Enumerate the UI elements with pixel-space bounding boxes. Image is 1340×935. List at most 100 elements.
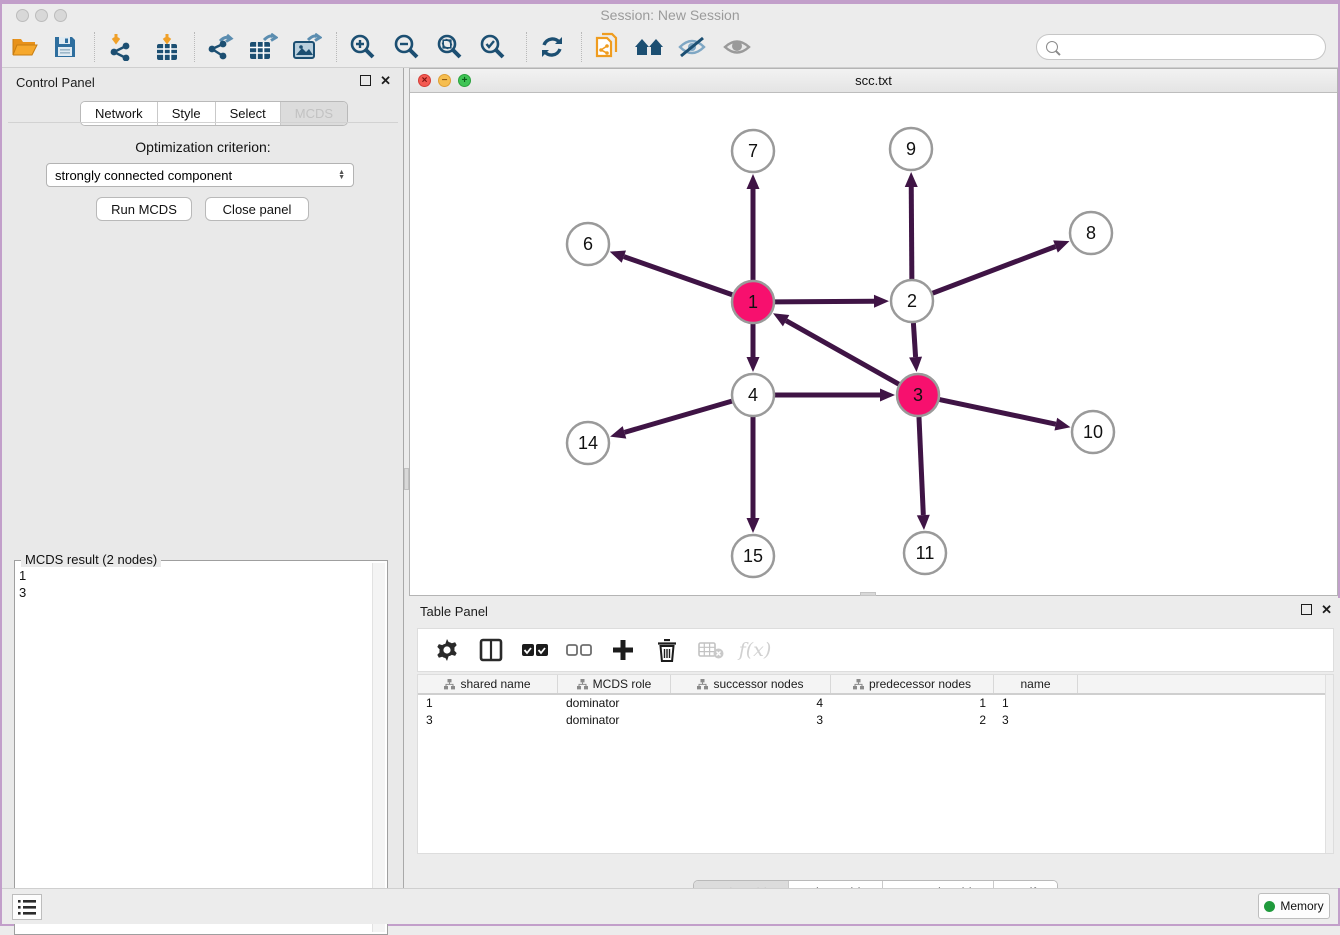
canvas-resize-grip[interactable] bbox=[860, 592, 876, 596]
optimization-criterion-label: Optimization criterion: bbox=[8, 139, 398, 155]
edge-2-8[interactable] bbox=[933, 246, 1056, 293]
cell-name[interactable]: 1 bbox=[994, 695, 1078, 712]
column-header-name[interactable]: name bbox=[994, 675, 1078, 693]
save-session-icon[interactable] bbox=[48, 31, 82, 63]
table-float-icon[interactable] bbox=[1301, 604, 1312, 615]
search-input[interactable] bbox=[1064, 40, 1325, 55]
run-mcds-button[interactable]: Run MCDS bbox=[96, 197, 192, 221]
edge-2-3[interactable] bbox=[913, 323, 915, 357]
svg-text:6: 6 bbox=[583, 234, 593, 254]
edge-1-2[interactable] bbox=[775, 301, 874, 302]
search-icon bbox=[1046, 41, 1058, 53]
open-file-icon[interactable] bbox=[8, 31, 42, 63]
graph-node-6[interactable]: 6 bbox=[567, 223, 609, 265]
graph-node-3[interactable]: 3 bbox=[897, 374, 939, 416]
float-panel-icon[interactable] bbox=[360, 75, 371, 86]
node-table: shared nameMCDS rolesuccessor nodesprede… bbox=[417, 674, 1334, 854]
column-header-shared-name[interactable]: shared name bbox=[418, 675, 558, 693]
column-chooser-icon[interactable] bbox=[476, 635, 506, 665]
cell-predecessor-nodes[interactable]: 1 bbox=[831, 695, 994, 712]
home-network-icon[interactable] bbox=[632, 31, 666, 63]
graph-node-9[interactable]: 9 bbox=[890, 128, 932, 170]
mcds-result-text[interactable]: 1 3 bbox=[19, 567, 369, 930]
network-title: scc.txt bbox=[410, 73, 1337, 88]
arrowhead-icon bbox=[917, 515, 930, 530]
column-header-MCDS-role[interactable]: MCDS role bbox=[558, 675, 671, 693]
zoom-selected-icon[interactable] bbox=[476, 31, 510, 63]
table-body: 1dominator4113dominator323 bbox=[418, 695, 1333, 729]
mcds-result-title: MCDS result (2 nodes) bbox=[21, 552, 161, 567]
edge-4-14[interactable] bbox=[624, 401, 731, 432]
edge-3-11[interactable] bbox=[919, 417, 923, 515]
delete-column-icon[interactable] bbox=[696, 635, 726, 665]
graph-node-15[interactable]: 15 bbox=[732, 535, 774, 577]
svg-text:15: 15 bbox=[743, 546, 763, 566]
table-close-icon[interactable]: ✕ bbox=[1321, 604, 1332, 615]
graph-node-2[interactable]: 2 bbox=[891, 280, 933, 322]
table-panel-header: Table Panel ✕ bbox=[409, 598, 1340, 624]
graph-node-10[interactable]: 10 bbox=[1072, 411, 1114, 453]
svg-text:8: 8 bbox=[1086, 223, 1096, 243]
import-table-icon[interactable] bbox=[150, 31, 184, 63]
graph-node-11[interactable]: 11 bbox=[904, 532, 946, 574]
network-graph[interactable]: 7 9 6 8 1 2 4 3 14 10 15 11 bbox=[410, 93, 1337, 595]
show-all-icon[interactable] bbox=[720, 31, 754, 63]
graph-node-1[interactable]: 1 bbox=[732, 281, 774, 323]
graph-node-8[interactable]: 8 bbox=[1070, 212, 1112, 254]
cell-predecessor-nodes[interactable]: 2 bbox=[831, 712, 994, 729]
zoom-in-icon[interactable] bbox=[346, 31, 380, 63]
cell-MCDS-role[interactable]: dominator bbox=[558, 695, 671, 712]
settings-gear-icon[interactable] bbox=[432, 635, 462, 665]
network-canvas[interactable]: 7 9 6 8 1 2 4 3 14 10 15 11 bbox=[410, 93, 1337, 595]
svg-text:2: 2 bbox=[907, 291, 917, 311]
memory-button[interactable]: Memory bbox=[1258, 893, 1330, 919]
export-image-icon[interactable] bbox=[290, 31, 324, 63]
refresh-layout-icon[interactable] bbox=[535, 31, 569, 63]
criterion-dropdown[interactable]: strongly connected component ▲▼ bbox=[46, 163, 354, 187]
network-window-titlebar[interactable]: × − + scc.txt bbox=[410, 69, 1337, 93]
search-box bbox=[1036, 34, 1326, 60]
shared-column-icon bbox=[444, 679, 455, 690]
cell-MCDS-role[interactable]: dominator bbox=[558, 712, 671, 729]
column-header-successor-nodes[interactable]: successor nodes bbox=[671, 675, 831, 693]
table-toolbar: f(x) bbox=[417, 628, 1334, 672]
column-header-predecessor-nodes[interactable]: predecessor nodes bbox=[831, 675, 994, 693]
zoom-out-icon[interactable] bbox=[390, 31, 424, 63]
result-scrollbar[interactable] bbox=[372, 563, 385, 932]
hide-selected-icon[interactable] bbox=[675, 31, 709, 63]
delete-row-icon[interactable] bbox=[652, 635, 682, 665]
zoom-fit-icon[interactable] bbox=[433, 31, 467, 63]
import-network-icon[interactable] bbox=[104, 31, 138, 63]
export-table-icon[interactable] bbox=[246, 31, 280, 63]
graph-node-14[interactable]: 14 bbox=[567, 422, 609, 464]
add-column-icon[interactable] bbox=[608, 635, 638, 665]
table-row[interactable]: 1dominator411 bbox=[418, 695, 1333, 712]
cell-name[interactable]: 3 bbox=[994, 712, 1078, 729]
task-history-button[interactable] bbox=[12, 894, 42, 920]
table-row[interactable]: 3dominator323 bbox=[418, 712, 1333, 729]
table-scrollbar[interactable] bbox=[1325, 675, 1333, 853]
cell-successor-nodes[interactable]: 3 bbox=[671, 712, 831, 729]
graph-node-7[interactable]: 7 bbox=[732, 130, 774, 172]
edge-3-10[interactable] bbox=[940, 400, 1056, 425]
close-panel-button[interactable]: Close panel bbox=[205, 197, 309, 221]
arrowhead-icon bbox=[1054, 418, 1070, 431]
edge-2-9[interactable] bbox=[911, 187, 912, 279]
cell-shared-name[interactable]: 3 bbox=[418, 712, 558, 729]
function-builder-icon[interactable]: f(x) bbox=[740, 635, 770, 665]
memory-status-icon bbox=[1264, 901, 1275, 912]
status-bar: Memory bbox=[2, 888, 1338, 924]
close-panel-icon[interactable]: ✕ bbox=[380, 75, 391, 86]
edge-3-1[interactable] bbox=[786, 321, 899, 385]
table-panel-title: Table Panel bbox=[420, 604, 488, 619]
deselect-all-icon[interactable] bbox=[564, 635, 594, 665]
svg-text:14: 14 bbox=[578, 433, 598, 453]
select-all-icon[interactable] bbox=[520, 635, 550, 665]
export-network-icon[interactable] bbox=[203, 31, 237, 63]
first-neighbors-icon[interactable] bbox=[590, 31, 624, 63]
cell-shared-name[interactable]: 1 bbox=[418, 695, 558, 712]
edge-1-6[interactable] bbox=[624, 257, 732, 295]
graph-node-4[interactable]: 4 bbox=[732, 374, 774, 416]
cell-successor-nodes[interactable]: 4 bbox=[671, 695, 831, 712]
control-panel-header: Control Panel ✕ bbox=[2, 68, 403, 96]
